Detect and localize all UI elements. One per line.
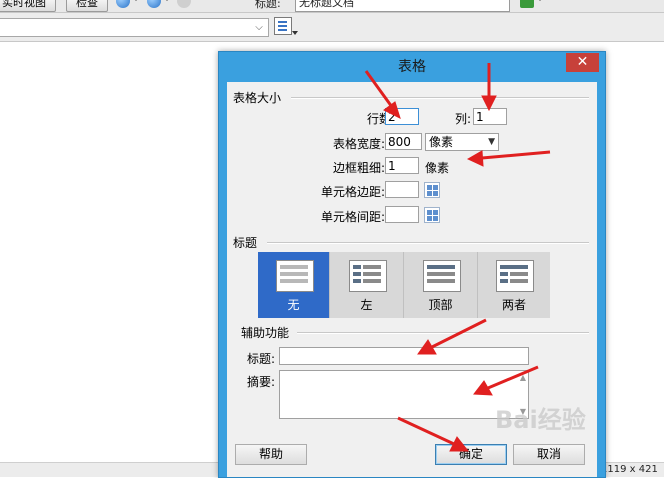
chevron-down-icon[interactable] [292, 31, 298, 35]
help-button[interactable]: 帮助 [235, 444, 307, 465]
cell-padding-label: 单元格边距: [320, 185, 385, 199]
table-width-input[interactable]: 800 [385, 133, 422, 150]
group-divider [291, 97, 589, 99]
header-option-label: 两者 [501, 298, 526, 312]
width-unit-select[interactable]: 像素 ▼ [425, 133, 499, 151]
cell-spacing-label: 单元格间距: [320, 210, 385, 224]
chevron-down-icon[interactable] [537, 0, 543, 1]
top-toolbar: 实时视图 检查 标题: 无标题文档 [0, 0, 664, 13]
table-left-header-icon [349, 260, 387, 292]
document-title-input[interactable]: 无标题文档 [295, 0, 510, 12]
columns-label: 列: [454, 112, 471, 126]
location-combo[interactable]: ⌵ [0, 18, 269, 37]
group-divider [297, 332, 589, 334]
cell-spacing-input[interactable] [385, 206, 419, 223]
summary-label: 摘要: [247, 375, 276, 389]
table-width-label: 表格宽度: [332, 137, 385, 151]
caption-input[interactable] [279, 347, 529, 365]
chevron-down-icon[interactable] [133, 0, 139, 1]
list-view-icon[interactable] [274, 17, 292, 35]
check-page-icon[interactable] [520, 0, 534, 8]
summary-textarea[interactable]: ▲ ▼ [279, 370, 529, 419]
dialog-title: 表格 [398, 59, 426, 75]
refresh-icon[interactable] [177, 0, 191, 8]
border-thickness-label: 边框粗细: [332, 161, 385, 175]
browser-preview-icon[interactable] [116, 0, 130, 8]
table-both-header-icon [496, 260, 534, 292]
inspect-button[interactable]: 检查 [66, 0, 108, 12]
live-view-button[interactable]: 实时视图 [0, 0, 56, 12]
watermark: Bai经验 [495, 406, 586, 434]
accessibility-group-label: 辅助功能 [241, 326, 290, 340]
header-option-none[interactable]: 无 [258, 252, 330, 318]
rows-input[interactable]: 2 [385, 108, 419, 125]
chevron-down-icon[interactable] [164, 0, 170, 1]
width-unit-value: 像素 [429, 135, 454, 149]
cell-padding-icon [424, 182, 440, 198]
header-option-label: 顶部 [428, 298, 453, 312]
columns-input[interactable]: 1 [473, 108, 507, 125]
header-option-label: 无 [287, 298, 300, 312]
chevron-down-icon[interactable]: ⌵ [252, 19, 266, 36]
window-dimensions: 1119 x 421 [601, 464, 658, 475]
table-top-header-icon [423, 260, 461, 292]
table-none-icon [276, 260, 314, 292]
cell-spacing-icon [424, 207, 440, 223]
title-label: 标题: [255, 0, 281, 10]
header-option-label: 左 [360, 298, 373, 312]
cell-padding-input[interactable] [385, 181, 419, 198]
table-size-group-label: 表格大小 [233, 91, 282, 105]
header-option-left[interactable]: 左 [330, 252, 404, 318]
header-group-label: 标题 [233, 236, 258, 250]
group-divider [267, 242, 589, 244]
ok-button[interactable]: 确定 [435, 444, 507, 465]
scroll-up-icon[interactable]: ▲ [520, 373, 526, 382]
header-option-both[interactable]: 两者 [478, 252, 550, 318]
border-thickness-input[interactable]: 1 [385, 157, 419, 174]
secondary-toolbar: ⌵ [0, 13, 664, 42]
cancel-button[interactable]: 取消 [513, 444, 585, 465]
chevron-down-icon: ▼ [488, 137, 495, 147]
close-button[interactable]: ✕ [566, 53, 599, 72]
caption-label: 标题: [247, 352, 276, 366]
file-management-icon[interactable] [147, 0, 161, 8]
border-unit-label: 像素 [425, 161, 450, 175]
header-option-top[interactable]: 顶部 [404, 252, 478, 318]
